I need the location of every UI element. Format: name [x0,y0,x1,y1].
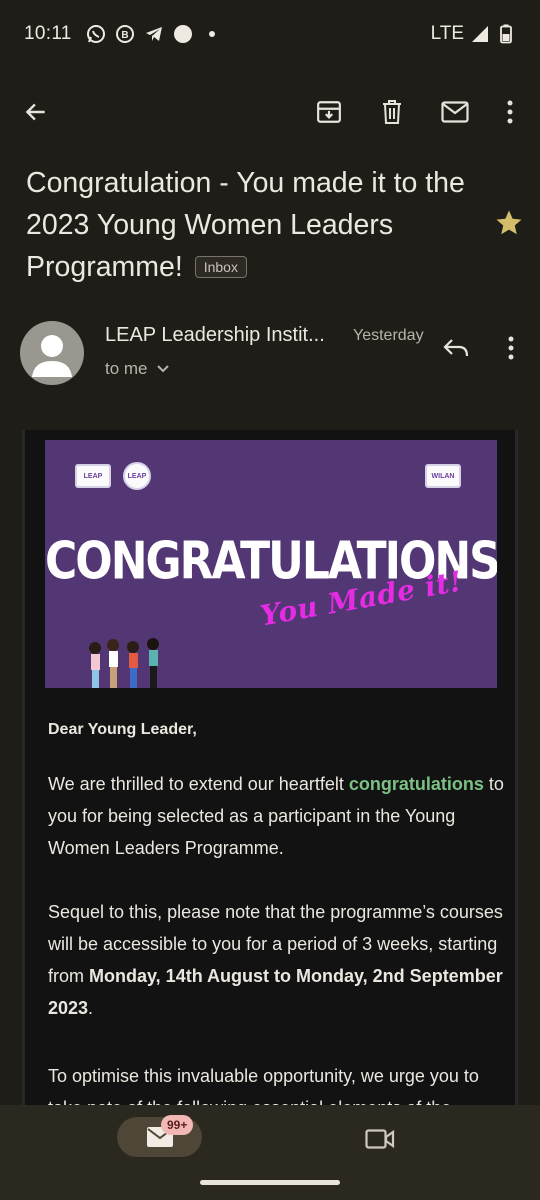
reply-icon [443,339,469,357]
bottom-navigation: 99+ [0,1105,540,1200]
signal-icon [470,24,490,44]
star-button[interactable] [494,208,524,238]
delete-button[interactable] [372,92,412,132]
circle-icon [173,24,193,44]
wilan-logo: WILAN [425,464,461,488]
more-vert-icon [508,336,514,360]
congratulations-banner: LEAP LEAP WILAN CONGRATULATIONS You Made… [45,440,497,688]
email-toolbar [0,80,540,140]
home-indicator[interactable] [200,1180,340,1185]
chevron-down-icon [156,365,169,373]
battery-icon [496,24,516,44]
email-body: LEAP LEAP WILAN CONGRATULATIONS You Made… [22,430,518,1130]
email-date: Yesterday [353,327,424,344]
leap-logo-1: LEAP [75,464,111,488]
archive-icon [317,101,341,123]
whatsapp-business-icon: B [115,24,135,44]
paragraph-2: Sequel to this, please note that the pro… [48,902,503,1018]
svg-text:B: B [121,30,128,41]
leap-logo-2: LEAP [123,462,151,490]
star-icon [496,210,522,235]
email-subject: Congratulation - You made it to the 2023… [26,162,466,288]
recipient-text: to me [105,359,148,378]
network-label: LTE [430,23,464,44]
whatsapp-icon [86,24,106,44]
mark-unread-button[interactable] [435,92,475,132]
dot-icon [202,24,222,44]
paragraph-1: We are thrilled to extend our heartfelt … [48,774,504,858]
avatar[interactable] [20,321,84,385]
telegram-icon [144,24,164,44]
reply-button[interactable] [438,330,474,366]
sender-name[interactable]: LEAP Leadership Instit... [105,324,325,347]
women-group-illustration [89,638,159,688]
back-button[interactable] [16,92,56,132]
more-options-button[interactable] [490,92,530,132]
back-arrow-icon [25,103,45,121]
unread-badge: 99+ [161,1115,194,1135]
recipient-toggle[interactable]: to me [105,359,170,379]
status-time: 10:11 [24,23,72,44]
video-camera-icon [365,1129,395,1149]
archive-button[interactable] [309,92,349,132]
person-icon [32,335,72,377]
delete-icon [383,100,401,124]
message-more-button[interactable] [496,330,526,366]
inbox-label-chip[interactable]: Inbox [194,256,247,278]
sender-row: LEAP Leadership Instit... Yesterday to m… [0,316,540,392]
status-bar: 10:11 B LTE [0,0,540,68]
mark-unread-icon [441,101,469,123]
notification-icons: B [86,24,222,44]
more-vert-icon [507,100,513,124]
meet-tab[interactable] [362,1121,398,1157]
greeting: Dear Young Leader, [48,721,197,738]
